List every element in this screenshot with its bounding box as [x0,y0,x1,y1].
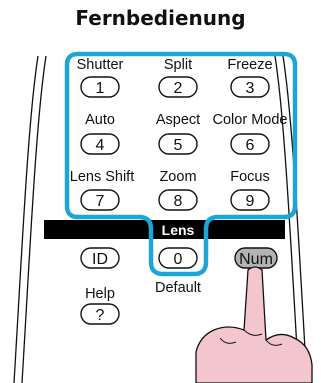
key-0[interactable]: 0 [158,247,198,269]
key-3-label: 3 [246,80,255,97]
key-6-label: 6 [246,137,255,154]
label-zoom: Zoom [159,169,196,185]
label-shutter: Shutter [77,57,124,73]
id-key[interactable]: ID [80,247,120,269]
label-aspect: Aspect [156,112,200,128]
key-5[interactable]: 5 [158,133,198,155]
num-key-label: Num [239,251,273,268]
key-8[interactable]: 8 [158,189,198,211]
label-auto: Auto [85,112,115,128]
key-1-label: 1 [96,80,105,97]
key-6[interactable]: 6 [230,133,270,155]
key-4-label: 4 [96,137,105,154]
key-4[interactable]: 4 [80,133,120,155]
label-default: Default [155,280,201,296]
key-2[interactable]: 2 [158,76,198,98]
help-key[interactable]: ? [80,303,120,325]
label-freeze: Freeze [227,57,272,73]
key-7[interactable]: 7 [80,189,120,211]
pointing-finger-icon [195,266,313,383]
key-9-label: 9 [246,193,255,210]
id-key-label: ID [92,251,108,268]
key-0-label: 0 [174,251,183,268]
help-key-label: ? [96,307,105,324]
remote-diagram: Fernbedienung Shutter Split Freeze 1 2 3… [0,0,321,383]
label-lens-shift: Lens Shift [70,169,135,185]
key-2-label: 2 [174,80,183,97]
lens-bar-label: Lens [162,222,195,238]
key-7-label: 7 [96,193,105,210]
label-split: Split [164,57,192,73]
key-1[interactable]: 1 [80,76,120,98]
key-3[interactable]: 3 [230,76,270,98]
label-help: Help [85,286,115,302]
lens-bar: Lens [44,220,285,239]
key-9[interactable]: 9 [230,189,270,211]
key-8-label: 8 [174,193,183,210]
label-color-mode: Color Mode [213,112,288,128]
num-key[interactable]: Num [234,247,278,269]
label-focus: Focus [230,169,270,185]
remote-illustration: Shutter Split Freeze 1 2 3 Auto Aspect C… [13,51,313,383]
key-5-label: 5 [174,137,183,154]
